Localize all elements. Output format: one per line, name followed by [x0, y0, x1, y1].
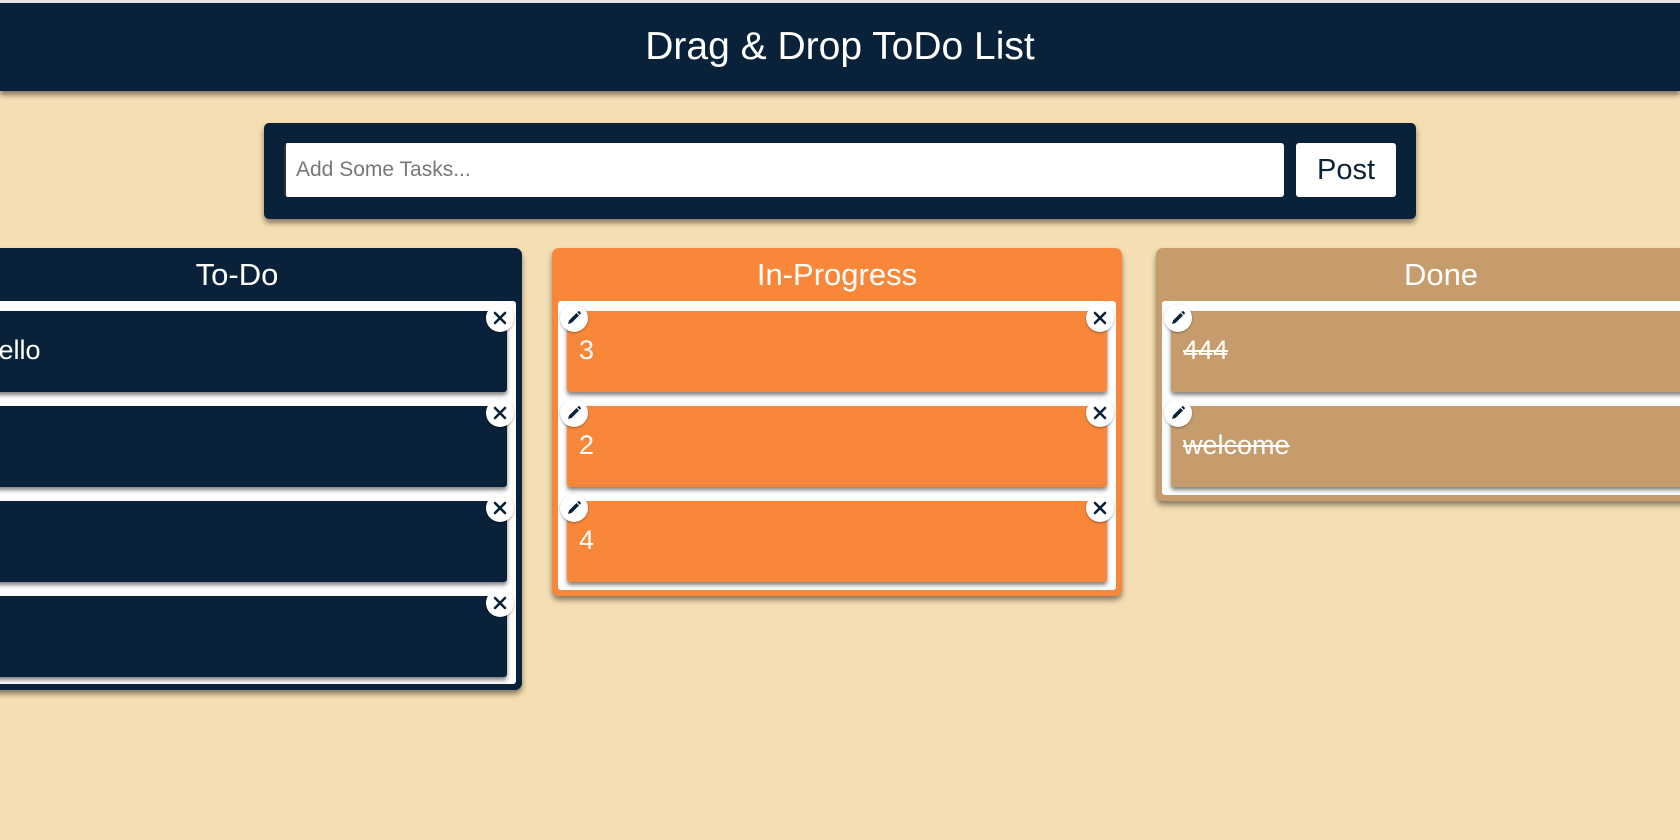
- column-title: In-Progress: [756, 256, 918, 292]
- pencil-icon[interactable]: [560, 304, 588, 332]
- pencil-icon[interactable]: [1164, 304, 1192, 332]
- card-list: 444 welcome: [1162, 301, 1680, 495]
- task-text: 3: [579, 335, 595, 365]
- close-icon[interactable]: [1086, 399, 1114, 427]
- add-task-form: Post: [264, 123, 1416, 219]
- column-title: To-Do: [195, 256, 279, 292]
- task-input[interactable]: [284, 143, 1284, 197]
- pencil-icon[interactable]: [1164, 399, 1192, 427]
- close-icon[interactable]: [486, 399, 514, 427]
- task-text: 2: [579, 430, 595, 460]
- pencil-icon[interactable]: [560, 494, 588, 522]
- task-card[interactable]: 444: [1164, 304, 1680, 392]
- column-todo[interactable]: To-Do Hello: [0, 248, 522, 690]
- close-icon[interactable]: [1086, 494, 1114, 522]
- task-text: Hello: [0, 335, 41, 365]
- task-card[interactable]: welcome: [1164, 399, 1680, 487]
- task-text: welcome: [1183, 430, 1290, 460]
- app-header: Drag & Drop ToDo List: [0, 3, 1680, 91]
- post-button[interactable]: Post: [1296, 143, 1396, 197]
- card-list: 3 2 4: [558, 301, 1116, 590]
- column-done[interactable]: Done 444 welcome: [1156, 248, 1680, 501]
- task-card[interactable]: Hello: [0, 304, 514, 392]
- task-text: 4: [579, 525, 595, 555]
- task-card[interactable]: [0, 399, 514, 487]
- card-list: Hello: [0, 301, 516, 684]
- pencil-icon[interactable]: [560, 399, 588, 427]
- task-card[interactable]: [0, 494, 514, 582]
- column-in-progress[interactable]: In-Progress 3 2 4: [552, 248, 1122, 596]
- task-card[interactable]: 2: [560, 399, 1114, 487]
- close-icon[interactable]: [486, 589, 514, 617]
- page-title: Drag & Drop ToDo List: [645, 25, 1035, 68]
- close-icon[interactable]: [1086, 304, 1114, 332]
- task-card[interactable]: 4: [560, 494, 1114, 582]
- close-icon[interactable]: [486, 304, 514, 332]
- task-text: 444: [1183, 335, 1229, 365]
- column-title: Done: [1403, 256, 1479, 292]
- task-card[interactable]: 3: [560, 304, 1114, 392]
- task-card[interactable]: [0, 589, 514, 677]
- close-icon[interactable]: [486, 494, 514, 522]
